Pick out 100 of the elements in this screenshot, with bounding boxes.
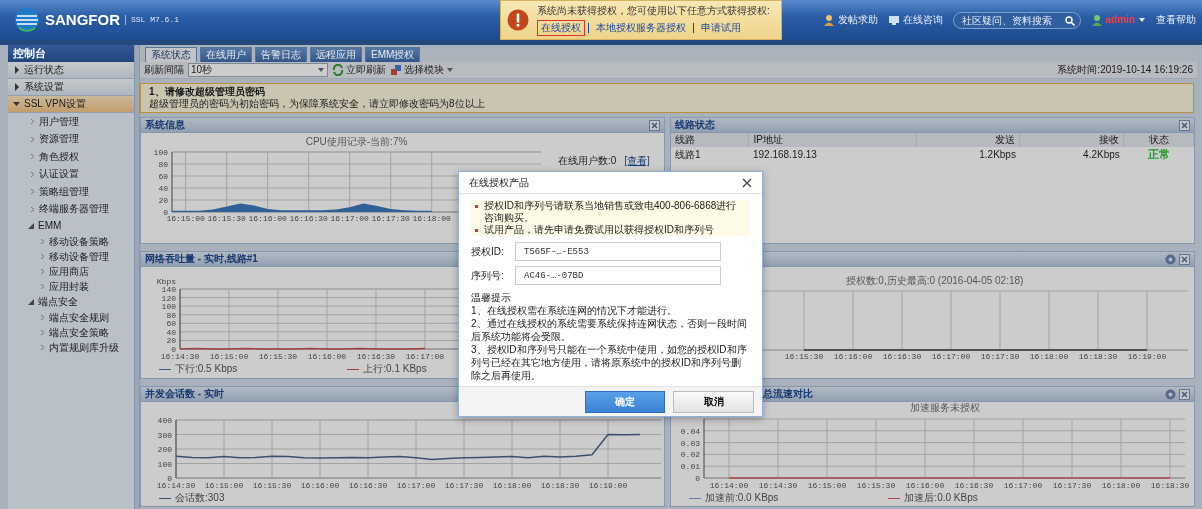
tab[interactable]: 告警日志 — [255, 47, 307, 62]
legend-item: 加速后:0.0 KBps — [888, 492, 978, 504]
tab[interactable]: 远程应用 — [310, 47, 362, 62]
axis-label: 16:15:30 — [207, 214, 246, 223]
sidebar-item[interactable]: 应用封装 — [8, 279, 134, 294]
tab[interactable]: 系统状态 — [145, 47, 197, 62]
axis-label: 16:15:30 — [856, 481, 896, 490]
panel-title: 并发会话数 - 实时 — [145, 388, 224, 400]
interval-select[interactable]: 10秒 — [188, 63, 328, 77]
header-link[interactable]: 在线咨询 — [887, 14, 943, 26]
axis-label: 16:17:30 — [444, 481, 484, 490]
axis-label: 16:17:00 — [330, 214, 369, 223]
sidebar-item[interactable]: 用户管理 — [8, 113, 134, 131]
tab[interactable]: 在线用户 — [200, 47, 252, 62]
axis-label: 200 — [157, 445, 172, 454]
chevron-icon — [40, 268, 45, 275]
axis-label: 300 — [157, 430, 172, 440]
axis-label: 16:18:00 — [1029, 352, 1069, 361]
sidebar-item[interactable]: 系统设置 — [8, 79, 134, 96]
axis-label: 60 — [166, 319, 176, 329]
panel-title: 网络吞吐量 - 实时,线路#1 — [145, 253, 258, 265]
sidebar-item[interactable]: 端点安全 — [8, 294, 134, 310]
sidebar-item[interactable]: 移动设备管理 — [8, 249, 134, 264]
input-field[interactable]: T565F-…-E553 — [515, 242, 721, 261]
axis-label: 400 — [157, 416, 172, 425]
search-field[interactable]: 社区疑问、资料搜索 — [952, 11, 1081, 29]
axis-label: 16:15:30 — [784, 352, 824, 361]
chevron-icon — [40, 253, 45, 260]
field-label: 刷新间隔 — [144, 64, 184, 76]
license-link[interactable]: 本地授权服务器授权 — [592, 19, 690, 36]
sidebar-item[interactable]: 角色授权 — [8, 148, 134, 166]
panel-title: 线路状态 — [675, 119, 715, 131]
axis-label: 16:17:00 — [405, 352, 445, 361]
chart-title: 授权数:0,历史最高:0 (2016-04-05 02:18) — [845, 275, 1024, 286]
license-link[interactable]: 在线授权 — [537, 19, 585, 36]
axis-label: 20 — [158, 196, 168, 205]
close-icon[interactable] — [742, 177, 752, 188]
axis-label: 16:15:00 — [209, 352, 249, 361]
dialog-title: 在线授权产品 — [469, 176, 529, 189]
tab[interactable]: EMM授权 — [365, 47, 421, 62]
bullet-icon — [475, 229, 478, 232]
sidebar-item[interactable]: 认证设置 — [8, 165, 134, 183]
axis-label: 16:19:00 — [588, 481, 628, 490]
axis-label: 16:14:30 — [758, 481, 798, 490]
chevron-icon — [40, 344, 45, 351]
sidebar-item[interactable]: 内置规则库升级 — [8, 340, 134, 355]
header-link[interactable]: 发帖求助 — [822, 14, 878, 26]
axis-label: 16:15:00 — [204, 481, 244, 490]
sidebar-item[interactable]: 资源管理 — [8, 130, 134, 148]
tip-text: 2、通过在线授权的系统需要系统保持连网状态，否则一段时间后系统功能将会受限。 — [471, 317, 748, 343]
legend-item: 加速前:0.0 KBps — [689, 492, 779, 504]
axis-label: 0 — [171, 345, 176, 354]
sidebar-item[interactable]: 端点安全策略 — [8, 325, 134, 340]
chevron-icon — [40, 238, 45, 245]
sidebar-item[interactable]: 端点安全规则 — [8, 310, 134, 325]
chevron-icon — [40, 314, 45, 321]
axis-label: 16:14:30 — [160, 352, 200, 361]
axis-label: 16:17:30 — [1052, 481, 1092, 490]
view-link[interactable]: [查看] — [624, 155, 650, 167]
close-icon[interactable] — [649, 119, 660, 131]
license-link[interactable]: 申请试用 — [697, 19, 745, 36]
note-text: 试用产品，请先申请免费试用以获得授权ID和序列号 — [484, 224, 714, 236]
module-button[interactable]: 选择模块 — [390, 64, 454, 76]
axis-label: 16:19:00 — [1127, 352, 1167, 361]
axis-label: 0.01 — [680, 462, 700, 472]
stat-label: 在线用户数:0 — [558, 155, 617, 167]
sidebar-item[interactable]: 应用商店 — [8, 264, 134, 279]
axis-label: 16:16:30 — [356, 352, 396, 361]
axis-label: 80 — [158, 160, 168, 169]
help-link[interactable]: 查看帮助 — [1156, 14, 1196, 26]
axis-label: 16:18:30 — [1078, 352, 1118, 361]
axis-label: 140 — [161, 285, 176, 294]
sidebar-item[interactable]: SSL VPN设置 — [8, 96, 134, 113]
axis-label: 16:17:30 — [980, 352, 1020, 361]
axis-label: 16:15:30 — [252, 481, 292, 490]
splitter-handle[interactable] — [135, 45, 140, 509]
close-icon[interactable] — [1179, 388, 1190, 400]
legend-item: 会话数:303 — [159, 492, 225, 504]
axis-label: 0 — [163, 208, 168, 217]
refresh-button[interactable]: 立即刷新 — [332, 64, 386, 76]
axis-label: 16:18:30 — [540, 481, 580, 490]
axis-label: 0.02 — [680, 450, 700, 460]
sidebar-item[interactable]: 移动设备策略 — [8, 234, 134, 249]
axis-label: 16:14:00 — [709, 481, 749, 490]
monitor-icon — [887, 14, 900, 26]
axis-label: 16:16:00 — [307, 352, 347, 361]
axis-label: 16:16:30 — [882, 352, 922, 361]
column-header: IP地址 — [748, 133, 917, 147]
input-field[interactable]: AC46-…-07BD — [515, 266, 721, 285]
sidebar-item[interactable]: 策略组管理 — [8, 183, 134, 201]
axis-label: 16:16:30 — [289, 214, 328, 223]
sidebar-item[interactable]: 运行状态 — [8, 62, 134, 79]
close-icon[interactable] — [1179, 253, 1190, 265]
logo-text: SANGFOR — [45, 11, 120, 29]
close-icon[interactable] — [1179, 119, 1190, 131]
axis-label: 16:16:00 — [300, 481, 340, 490]
sidebar-item[interactable]: EMM — [8, 218, 134, 234]
table-cell: 线路1 — [671, 147, 749, 163]
cancel-button[interactable]: 取消 — [673, 390, 754, 413]
sidebar-item[interactable]: 终端服务器管理 — [8, 200, 134, 218]
